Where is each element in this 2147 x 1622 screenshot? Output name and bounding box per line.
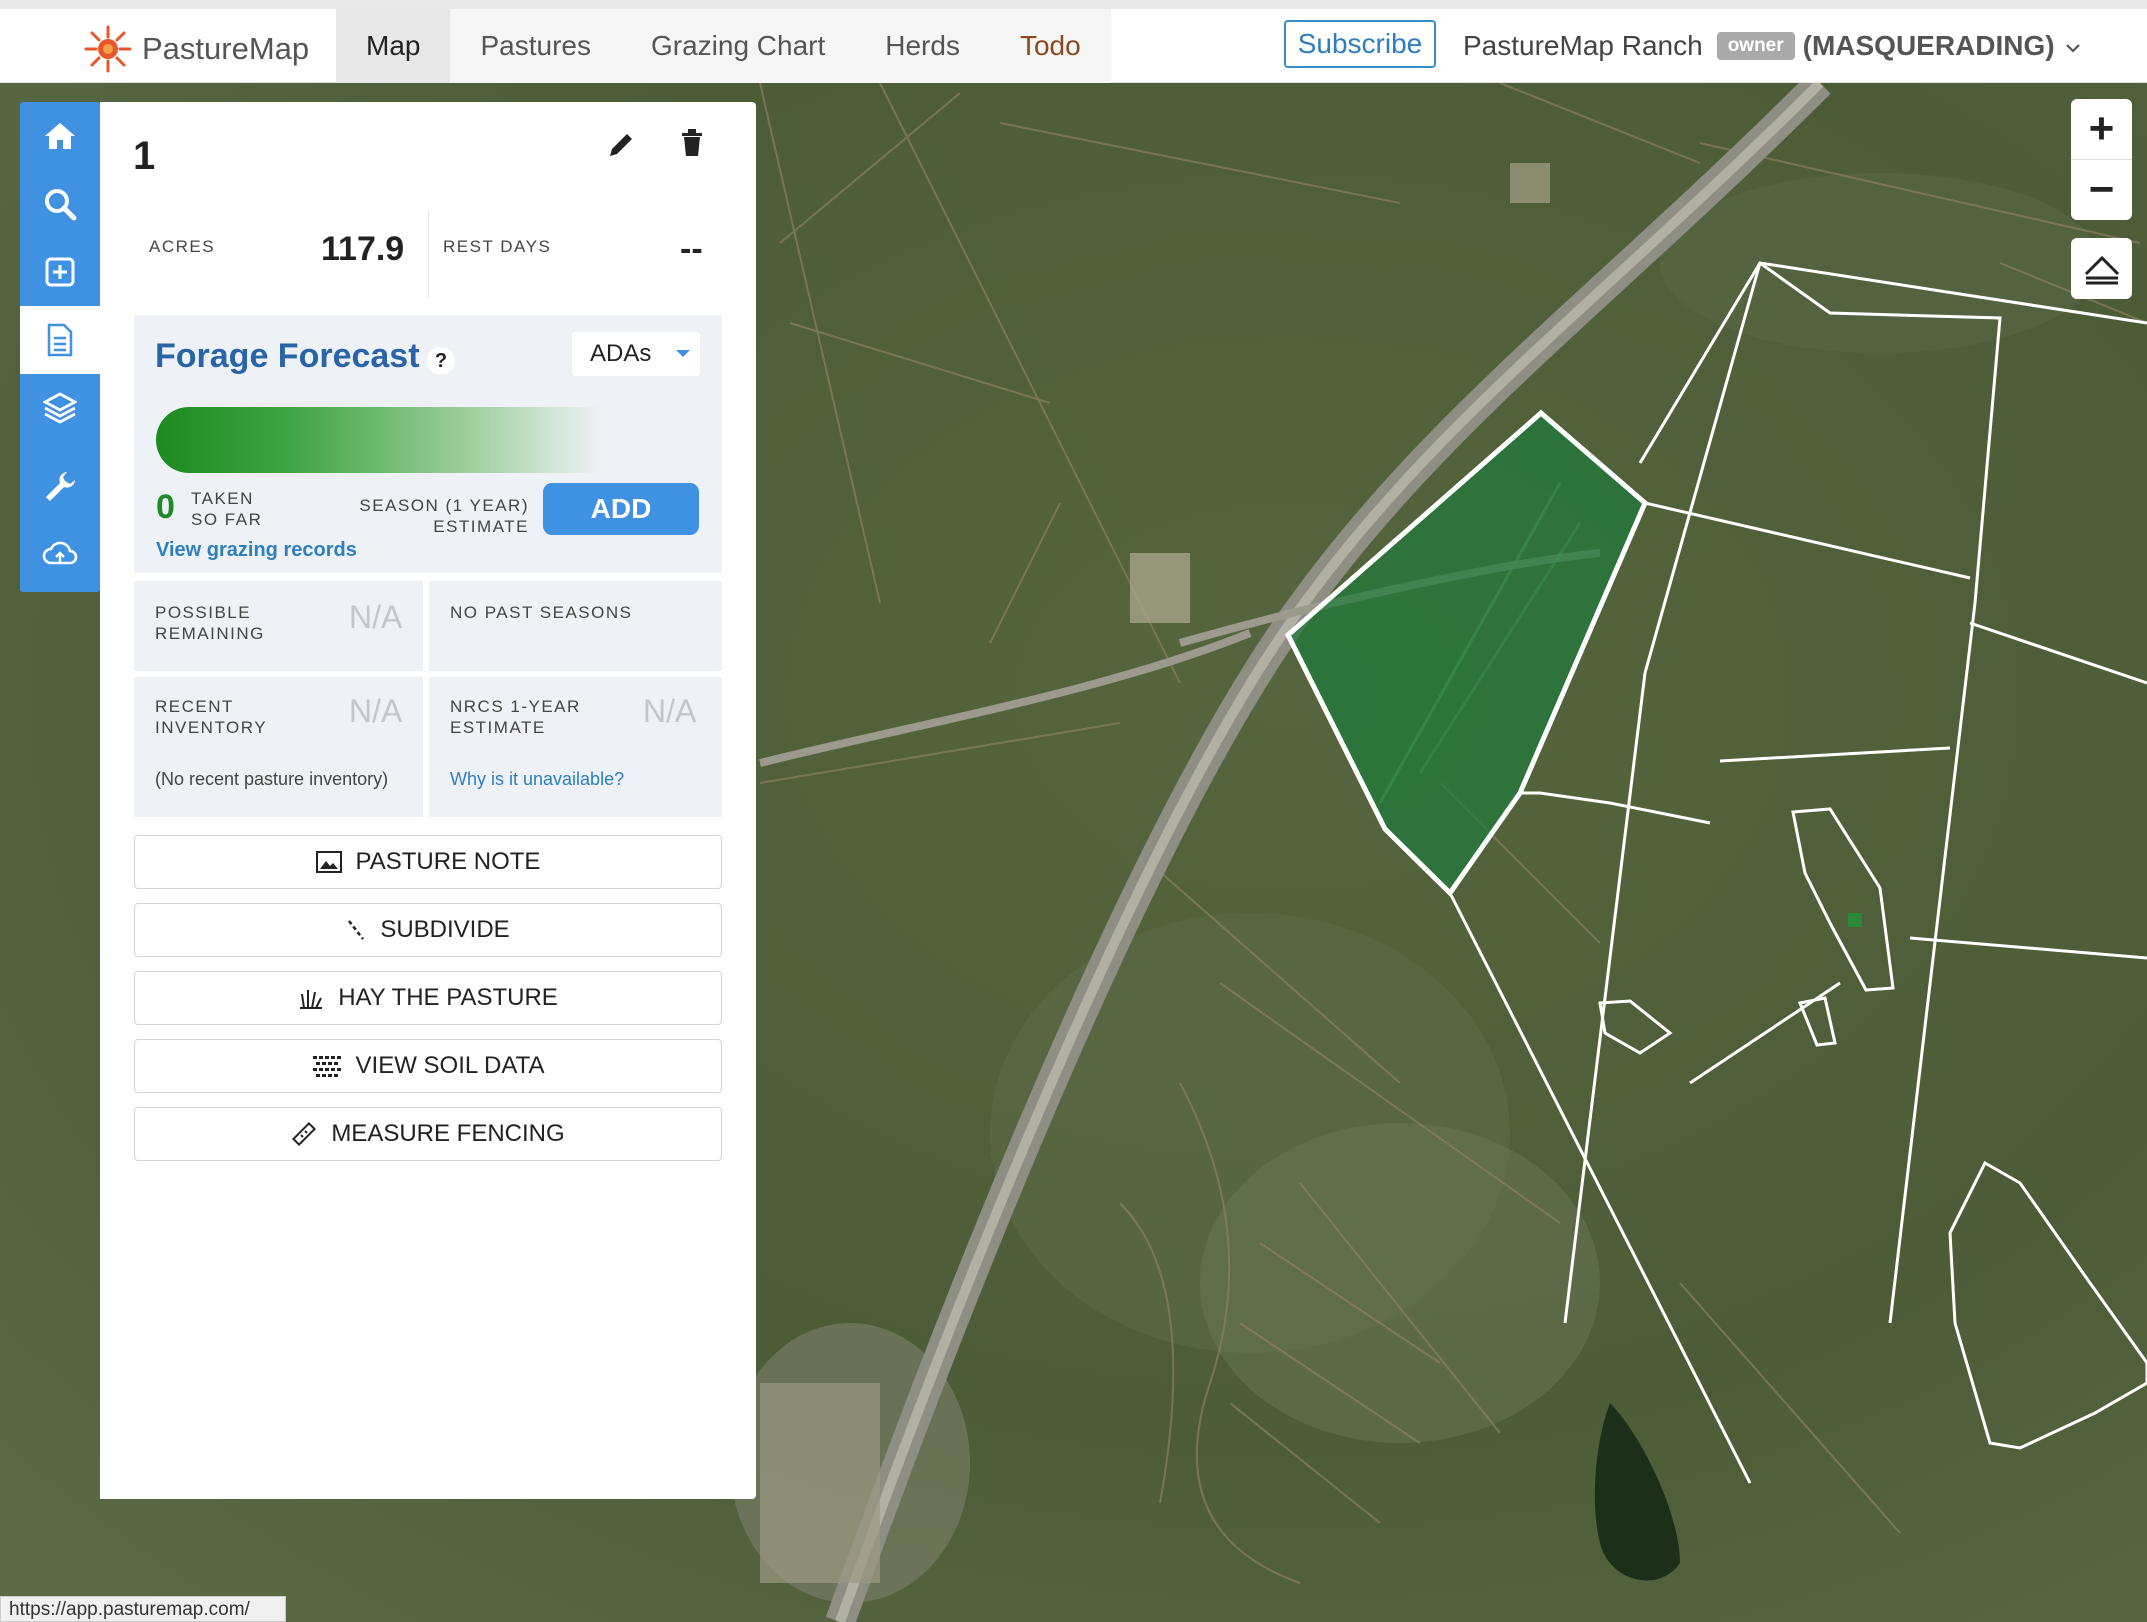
hay-icon (300, 990, 323, 1009)
pasture-name: 1 (133, 134, 156, 178)
measure-fencing-button[interactable]: MEASURE FENCING (134, 1107, 722, 1161)
hay-the-pasture-button[interactable]: HAY THE PASTURE (134, 971, 722, 1025)
pencil-icon (610, 134, 632, 156)
pasture-details-icon (47, 323, 73, 357)
chevron-down-icon (2065, 33, 2081, 59)
season-estimate-label: SEASON (1 YEAR) ESTIMATE (359, 496, 529, 536)
pasture-details-button[interactable] (20, 306, 100, 374)
logo-text: PastureMap (142, 31, 310, 66)
pasture-note-label: PASTURE NOTE (355, 848, 541, 875)
terrain-toggle-button[interactable] (2071, 238, 2132, 299)
map-toolbar (20, 102, 100, 592)
subdivide-label: SUBDIVIDE (380, 916, 510, 943)
pasture-note-button[interactable]: PASTURE NOTE (134, 835, 722, 889)
rest-days-value: -- (680, 230, 703, 268)
tab-map[interactable]: Map (336, 9, 451, 83)
possible-remaining-value: N/A (349, 599, 403, 635)
main-nav: Map Pastures Grazing Chart Herds Todo (336, 9, 1111, 83)
recent-inventory-note: (No recent pasture inventory) (155, 769, 389, 789)
zoom-control: + − (2071, 99, 2132, 220)
search-icon (45, 189, 77, 221)
view-soil-data-label: VIEW SOIL DATA (355, 1052, 545, 1079)
recent-inventory-cell: RECENT INVENTORY N/A (No recent pasture i… (134, 677, 423, 817)
search-button[interactable] (20, 170, 100, 238)
possible-remaining-label: POSSIBLE REMAINING (155, 603, 265, 643)
nrcs-estimate-value: N/A (643, 693, 697, 729)
tab-herds[interactable]: Herds (855, 9, 990, 83)
rest-days-label: REST DAYS (443, 237, 552, 256)
zoom-in-button[interactable]: + (2071, 99, 2132, 159)
tools-button[interactable] (20, 452, 100, 520)
cloud-sync-icon (42, 541, 78, 565)
subdivide-icon (348, 920, 365, 940)
home-button[interactable] (20, 102, 100, 170)
add-pasture-icon (45, 257, 75, 287)
pasture-details-panel: 1 ACRES 117.9 REST DAYS -- Forage Foreca… (100, 102, 756, 1499)
view-grazing-records-link[interactable]: View grazing records (156, 539, 357, 562)
sun-logo-icon (84, 25, 132, 73)
trash-icon (682, 129, 702, 156)
possible-remaining-cell: POSSIBLE REMAINING N/A (134, 581, 423, 671)
soil-grid-icon (312, 1056, 341, 1077)
edit-pasture-button[interactable] (606, 130, 636, 165)
top-nav-bar: PastureMap Map Pastures Grazing Chart He… (0, 0, 2147, 83)
subscribe-button[interactable]: Subscribe (1284, 20, 1436, 68)
help-icon[interactable]: ? (427, 347, 455, 375)
past-seasons-label: NO PAST SEASONS (450, 603, 633, 622)
past-seasons-cell: NO PAST SEASONS (429, 581, 722, 671)
status-bar-url: https://app.pasturemap.com/ (0, 1596, 286, 1622)
nrcs-estimate-label: NRCS 1-YEAR ESTIMATE (450, 697, 581, 737)
role-badge: owner (1716, 32, 1795, 60)
home-icon (45, 123, 75, 149)
taken-so-far-value: 0 (156, 488, 175, 526)
cloud-sync-button[interactable] (20, 520, 100, 588)
layers-button[interactable] (20, 374, 100, 442)
add-grazing-button[interactable]: ADD (543, 483, 699, 535)
water-point-marker[interactable] (1848, 913, 1862, 927)
acres-value: 117.9 (321, 230, 405, 268)
tab-todo[interactable]: Todo (989, 9, 1111, 83)
tab-pastures[interactable]: Pastures (450, 9, 621, 83)
ruler-icon (292, 1121, 317, 1147)
subdivide-button[interactable]: SUBDIVIDE (134, 903, 722, 957)
ranch-account-menu[interactable]: PastureMap Ranch owner (MASQUERADING) (1463, 21, 2081, 71)
recent-inventory-label: RECENT INVENTORY (155, 697, 268, 737)
image-icon (315, 851, 342, 873)
terrain-icon (2084, 255, 2119, 284)
app-logo[interactable]: PastureMap (84, 19, 309, 79)
masquerading-label: (MASQUERADING) (1802, 30, 2055, 61)
forage-forecast-card: Forage Forecast ? ADAs 0 TAKEN SO FAR SEA… (134, 315, 722, 573)
ranch-name: PastureMap Ranch (1463, 30, 1703, 61)
tab-grazing-chart[interactable]: Grazing Chart (620, 9, 856, 83)
measure-fencing-label: MEASURE FENCING (331, 1120, 565, 1147)
dropdown-caret-icon (676, 350, 690, 357)
add-pasture-button[interactable] (20, 238, 100, 306)
taken-so-far-label: TAKEN SO FAR (191, 489, 263, 529)
forage-unit-value: ADAs (590, 340, 652, 367)
view-soil-data-button[interactable]: VIEW SOIL DATA (134, 1039, 722, 1093)
stat-divider (428, 210, 429, 298)
zoom-out-button[interactable]: − (2071, 160, 2132, 220)
acres-label: ACRES (149, 237, 216, 256)
hay-the-pasture-label: HAY THE PASTURE (338, 984, 558, 1011)
recent-inventory-value: N/A (349, 693, 403, 729)
layers-icon (43, 392, 77, 424)
forage-unit-select[interactable]: ADAs (572, 332, 700, 376)
forage-forecast-title: Forage Forecast (155, 337, 420, 375)
why-unavailable-link[interactable]: Why is it unavailable? (450, 769, 624, 790)
delete-pasture-button[interactable] (680, 128, 704, 163)
wrench-icon (46, 472, 75, 501)
nrcs-estimate-cell: NRCS 1-YEAR ESTIMATE N/A Why is it unavai… (429, 677, 722, 817)
forage-progress-bar (156, 407, 600, 473)
